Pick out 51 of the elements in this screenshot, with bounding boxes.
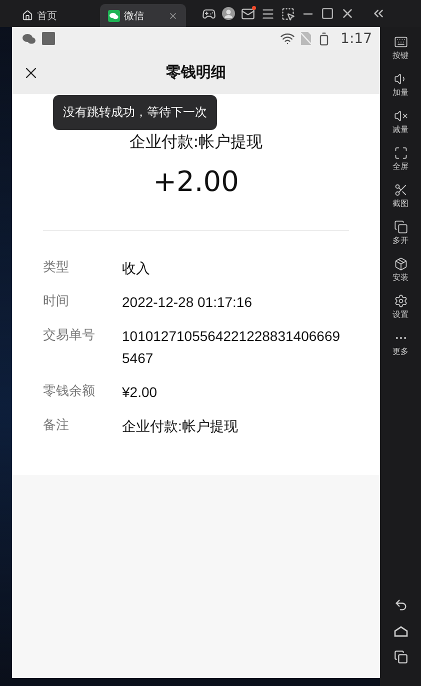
sidebar-tool[interactable]: 截图 [392, 183, 408, 220]
scissors-icon [394, 183, 408, 197]
settings-icon [394, 294, 408, 308]
detail-value: 收入 [122, 259, 151, 278]
gamepad-icon[interactable] [202, 6, 216, 20]
sidebar-tool[interactable]: 多开 [392, 220, 408, 257]
recent-apps-icon[interactable] [394, 650, 408, 664]
transaction-description: 企业付款:帐户提现 [128, 132, 264, 153]
sidebar-tool[interactable]: 按键 [392, 35, 408, 72]
sidebar-tool[interactable]: 减量 [392, 109, 408, 146]
keyboard-icon [394, 35, 408, 49]
wifi-icon [280, 31, 295, 46]
sidebar-tool[interactable]: 全屏 [392, 146, 408, 183]
home-icon [22, 10, 33, 21]
screenshot-icon[interactable] [281, 6, 295, 20]
sidebar-tool[interactable]: 安装 [392, 257, 408, 294]
detail-label: 零钱余额 [43, 383, 96, 401]
detail-label: 交易单号 [43, 327, 96, 345]
clock-time: 1:17 [340, 30, 372, 46]
fullscreen-icon [394, 146, 408, 160]
detail-label: 时间 [43, 293, 70, 311]
detail-value: 10101271055642212288314066695467 [122, 327, 342, 368]
speaker-minus-icon [394, 109, 408, 123]
app-tab[interactable]: 首页 [14, 4, 84, 27]
maximize-icon[interactable] [321, 7, 334, 20]
sidebar-tool[interactable]: 加量 [392, 72, 408, 109]
detail-value: 2022-12-28 01:17:16 [122, 293, 253, 312]
avatar-icon[interactable] [222, 7, 235, 20]
close-icon[interactable] [168, 10, 178, 20]
detail-value: 企业付款:帐户提现 [122, 417, 239, 436]
home-icon[interactable] [394, 625, 408, 637]
amount-text: +2.00 [152, 165, 240, 198]
chat-app-icon [22, 32, 36, 44]
page-title: 零钱明细 [166, 62, 226, 82]
menu-icon[interactable] [261, 6, 275, 20]
detail-label: 备注 [43, 417, 70, 435]
app-tab[interactable]: 微信 [100, 4, 186, 27]
toast-message: 没有跳转成功，等待下一次 [53, 95, 217, 130]
sidebar-tool[interactable]: 设置 [392, 294, 408, 331]
sidebar-tool[interactable]: 更多 [392, 331, 408, 368]
back-icon[interactable] [394, 598, 408, 612]
square-icon [42, 32, 55, 45]
chat-app-icon [108, 10, 120, 22]
stacked-windows-icon [394, 220, 408, 234]
detail-label: 类型 [43, 259, 70, 277]
mail-icon[interactable] [241, 6, 255, 20]
close-icon[interactable] [340, 6, 355, 21]
speaker-plus-icon [394, 72, 408, 86]
no-sim-icon [300, 32, 311, 45]
detail-value: ¥2.00 [122, 383, 158, 402]
package-icon [394, 257, 408, 271]
